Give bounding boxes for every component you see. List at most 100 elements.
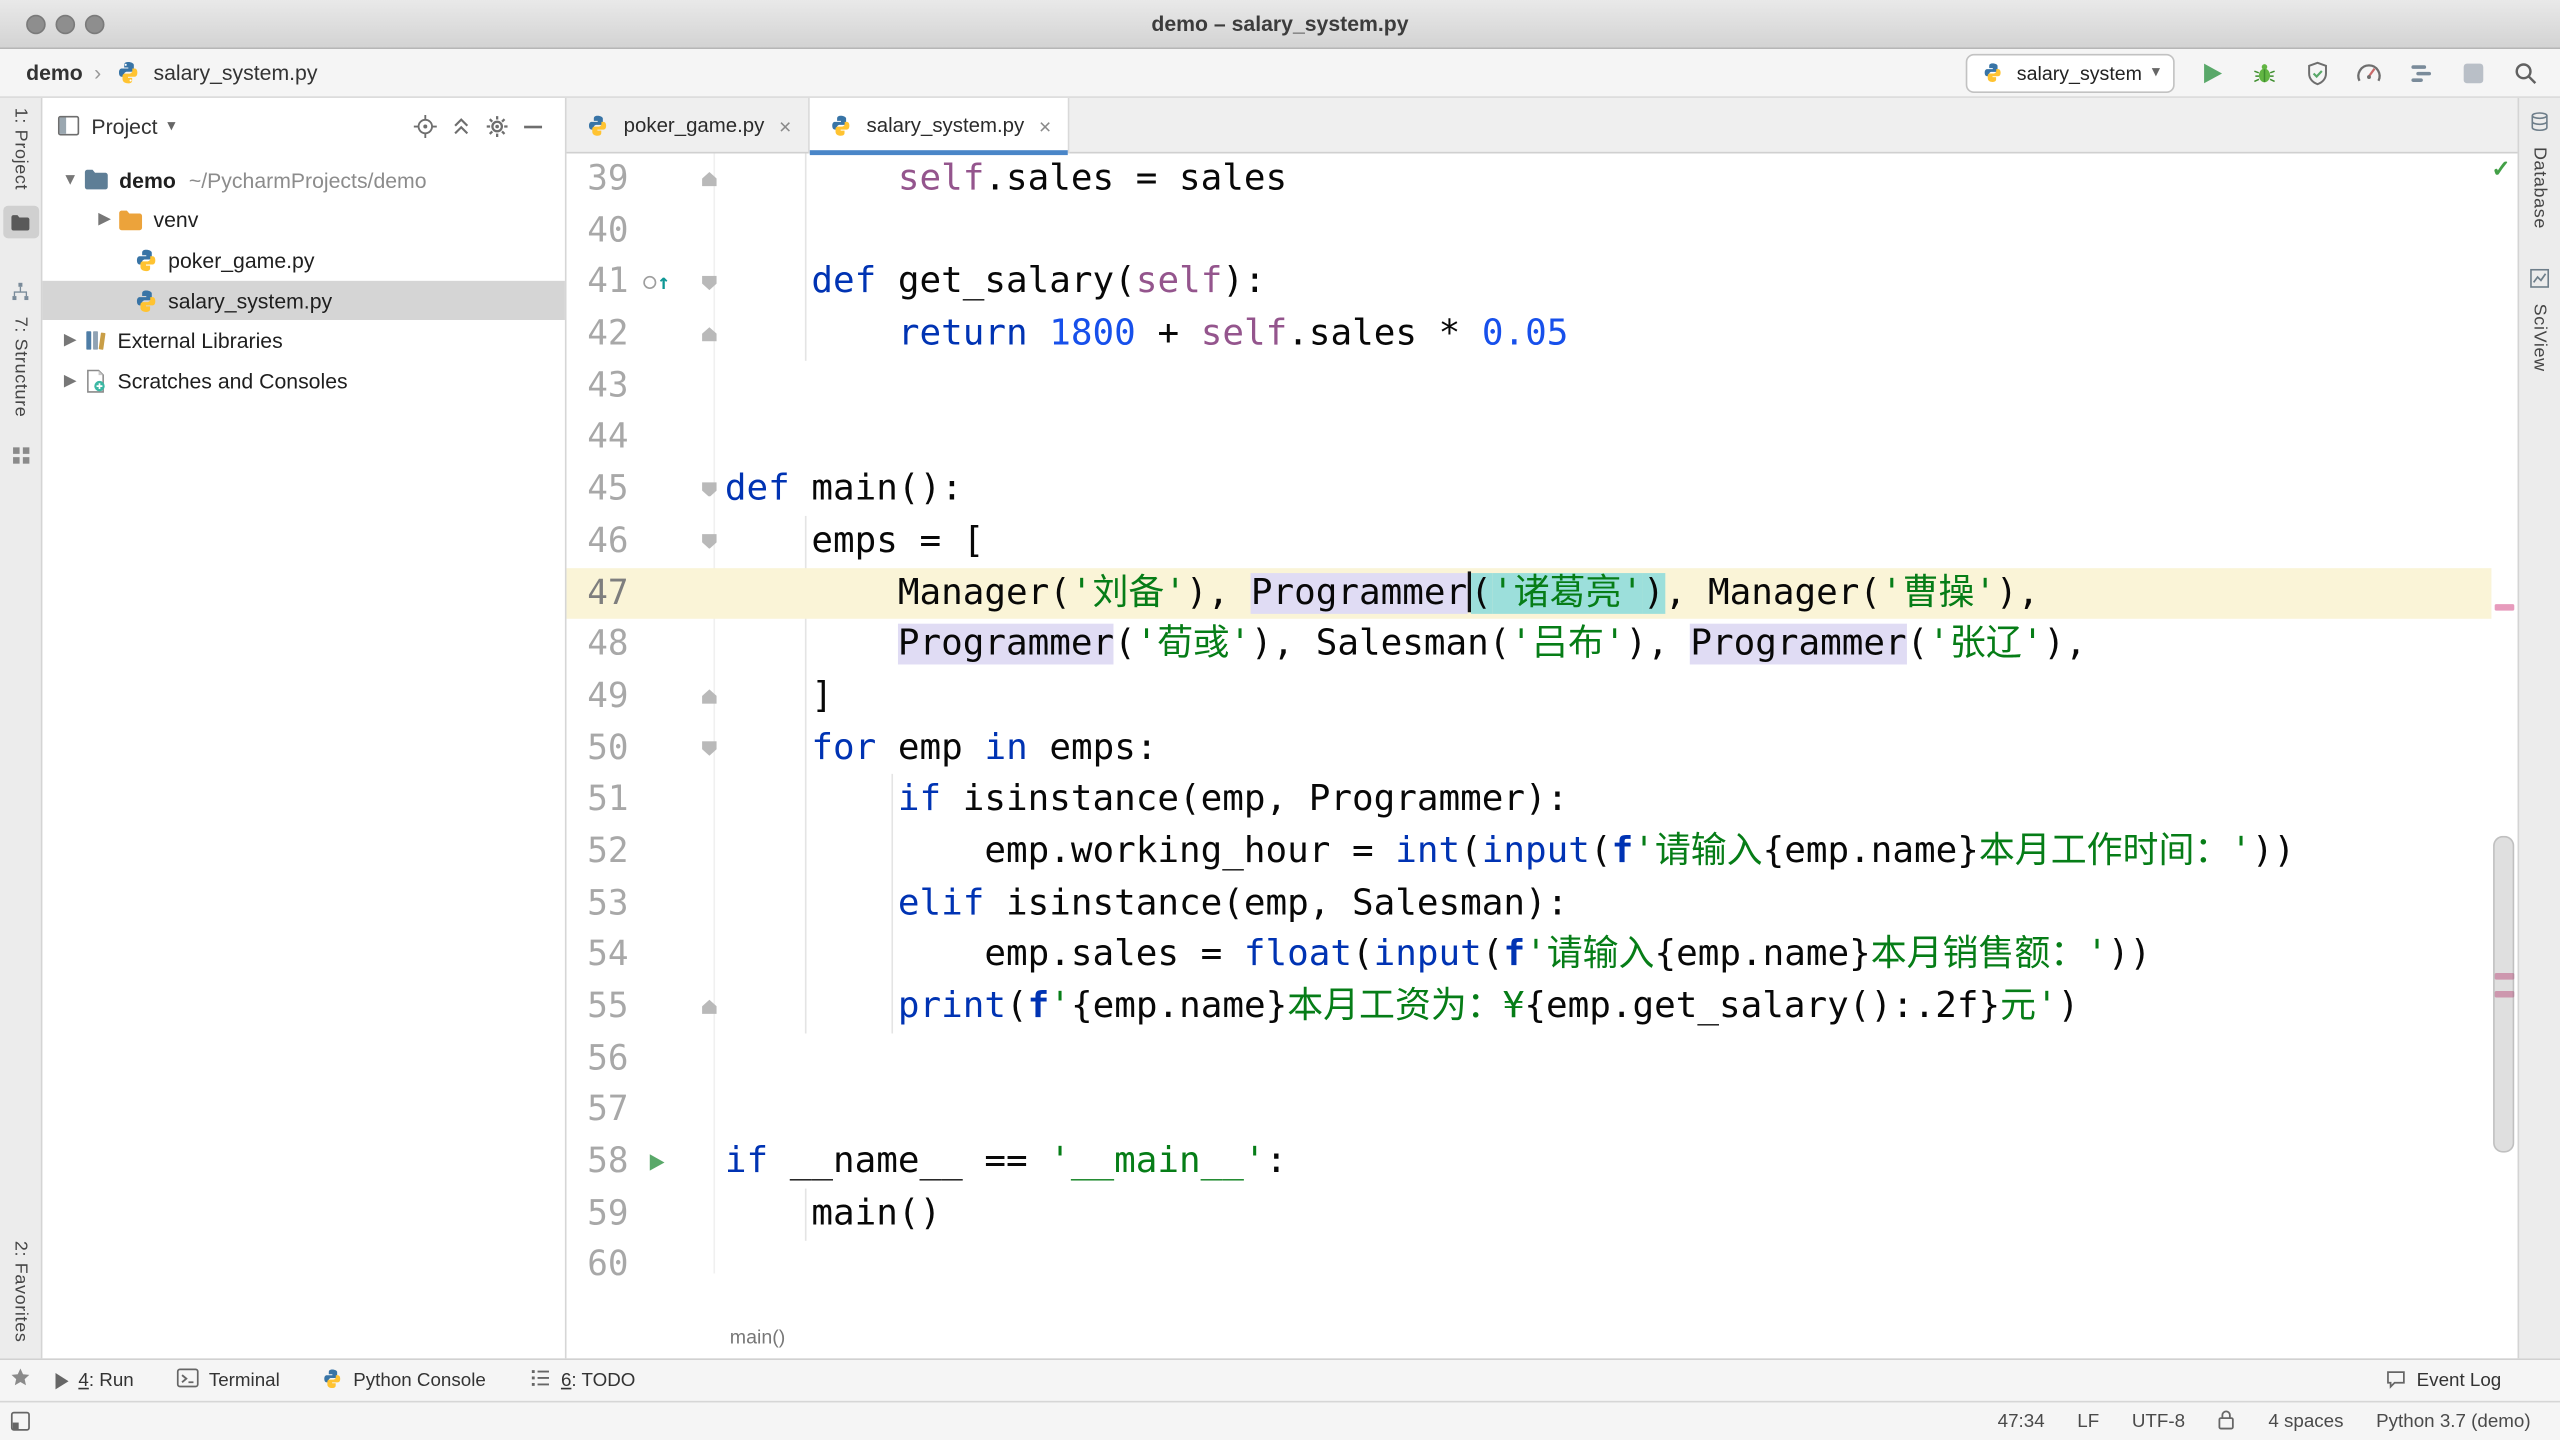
code-text[interactable] <box>720 1085 725 1137</box>
code-text[interactable]: Programmer('荀彧'), Salesman('吕布'), Progra… <box>720 619 2087 671</box>
tool-stripe-terminal-button[interactable]: Terminal <box>176 1367 280 1395</box>
encoding-widget[interactable]: UTF-8 <box>2132 1411 2185 1431</box>
fold-marker-icon[interactable] <box>702 689 717 705</box>
code-text[interactable]: emps = [ <box>720 516 984 568</box>
code-text[interactable]: def main(): <box>720 464 963 516</box>
close-icon[interactable]: × <box>779 115 791 136</box>
database-icon[interactable] <box>2529 111 2550 140</box>
line-number[interactable]: 52 <box>567 826 636 878</box>
line-number[interactable]: 45 <box>567 464 636 516</box>
code-line[interactable]: 45 def main(): <box>567 464 2492 516</box>
tool-stripe-database-button[interactable]: Database <box>2530 147 2550 229</box>
lock-icon[interactable] <box>2218 1408 2236 1434</box>
error-stripe-mark[interactable] <box>2494 604 2515 611</box>
editor-scrollbar[interactable] <box>2493 835 2515 1153</box>
chevron-right-icon[interactable]: ▶ <box>57 372 83 390</box>
interpreter-widget[interactable]: Python 3.7 (demo) <box>2376 1411 2530 1431</box>
project-tool-window-icon[interactable] <box>2 206 39 240</box>
locate-file-button[interactable] <box>411 113 437 139</box>
code-text[interactable]: for emp in emps: <box>720 723 1157 775</box>
code-text[interactable]: emp.sales = float(input(f'请输入{emp.name}本… <box>720 929 2151 981</box>
code-text[interactable] <box>720 1033 725 1085</box>
fold-marker-icon[interactable] <box>702 741 717 756</box>
line-number[interactable]: 59 <box>567 1188 636 1240</box>
code-lines[interactable]: 39 self.sales = sales 40 41 ↑ def get_salar… <box>566 153 2492 1292</box>
code-line[interactable]: 58 if __name__ == '__main__': <box>567 1136 2492 1188</box>
line-number[interactable]: 47 <box>567 567 636 619</box>
code-text[interactable]: self.sales = sales <box>720 153 1287 205</box>
tab-salary-system[interactable]: salary_system.py × <box>809 97 1070 156</box>
code-line[interactable]: 52 emp.working_hour = int(input(f'请输入{em… <box>567 826 2492 878</box>
code-line[interactable]: 48 Programmer('荀彧'), Salesman('吕布'), Pro… <box>567 619 2492 671</box>
caret-position-widget[interactable]: 47:34 <box>1998 1411 2045 1431</box>
chevron-right-icon[interactable]: ▶ <box>57 332 83 350</box>
code-line[interactable]: 56 <box>567 1033 2492 1085</box>
line-number[interactable]: 39 <box>567 153 636 205</box>
tool-stripe-structure-button[interactable]: 7: Structure <box>11 318 31 419</box>
line-number[interactable]: 56 <box>567 1033 636 1085</box>
code-line[interactable]: 51 if isinstance(emp, Programmer): <box>567 774 2492 826</box>
tab-poker-game[interactable]: poker_game.py × <box>567 97 810 154</box>
code-line[interactable]: 46 emps = [ <box>567 516 2492 568</box>
run-button[interactable] <box>2198 58 2227 87</box>
code-text[interactable]: def get_salary(self): <box>720 257 1265 309</box>
line-number[interactable]: 53 <box>567 878 636 930</box>
code-text[interactable]: if isinstance(emp, Programmer): <box>720 774 1568 826</box>
fold-marker-icon[interactable] <box>702 327 717 342</box>
code-line[interactable]: 41 ↑ def get_salary(self): <box>567 257 2492 309</box>
code-line[interactable]: 55 print(f'{emp.name}本月工资为：¥{emp.get_sal… <box>567 981 2492 1033</box>
code-line[interactable]: 50 for emp in emps: <box>567 723 2492 775</box>
code-line[interactable]: 59 main() <box>567 1188 2492 1240</box>
coverage-button[interactable] <box>2302 58 2331 87</box>
debug-button[interactable] <box>2250 58 2279 87</box>
breadcrumb-project[interactable]: demo <box>26 60 83 84</box>
tool-stripe-favorites-button[interactable]: 2: Favorites <box>11 1240 31 1342</box>
search-everywhere-button[interactable] <box>2511 58 2540 87</box>
run-configuration-select[interactable]: salary_system ▾ <box>1966 53 2175 93</box>
tool-stripe-python-console-button[interactable]: Python Console <box>322 1367 486 1393</box>
line-number[interactable]: 51 <box>567 774 636 826</box>
line-number[interactable]: 55 <box>567 981 636 1033</box>
structure-icon[interactable] <box>10 282 31 311</box>
line-number[interactable]: 57 <box>567 1085 636 1137</box>
indent-widget[interactable]: 4 spaces <box>2268 1411 2343 1431</box>
code-line[interactable]: 39 self.sales = sales <box>567 153 2492 205</box>
overriding-method-icon[interactable] <box>642 276 656 290</box>
event-log-button[interactable]: Event Log <box>2386 1360 2501 1401</box>
code-text[interactable] <box>720 412 725 464</box>
line-number[interactable]: 60 <box>567 1240 636 1292</box>
line-number[interactable]: 44 <box>567 412 636 464</box>
code-line[interactable]: 47 Manager('刘备'), Programmer ('诸葛亮'), Man… <box>566 567 2492 620</box>
line-number[interactable]: 46 <box>567 516 636 568</box>
tree-item-external-libraries[interactable]: ▶ External Libraries <box>42 321 564 361</box>
profiler-button[interactable] <box>2354 58 2383 87</box>
code-line[interactable]: 40 <box>567 205 2492 257</box>
fold-marker-icon[interactable] <box>702 999 717 1015</box>
code-line[interactable]: 57 <box>567 1085 2492 1137</box>
line-ending-widget[interactable]: LF <box>2077 1411 2099 1431</box>
line-number[interactable]: 40 <box>567 205 636 257</box>
tool-stripe-run-button[interactable]: 4: Run <box>55 1371 134 1390</box>
tree-item-salary-system[interactable]: salary_system.py <box>42 280 565 321</box>
tree-item-scratches[interactable]: ▶ Scratches and Consoles <box>42 361 564 401</box>
code-line[interactable]: 53 elif isinstance(emp, Salesman): <box>567 878 2492 930</box>
chevron-down-icon[interactable]: ▼ <box>57 171 83 189</box>
breadcrumb-element[interactable]: main() <box>730 1326 786 1349</box>
code-line[interactable]: 49 ] <box>567 671 2492 723</box>
hide-panel-button[interactable] <box>519 113 545 139</box>
concurrency-diagram-button[interactable] <box>2407 58 2436 87</box>
sciview-icon[interactable] <box>2529 268 2550 297</box>
code-text[interactable]: ] <box>720 671 833 723</box>
tool-stripe-todo-button[interactable]: 6: TODO <box>528 1367 635 1395</box>
code-text[interactable]: Manager('刘备'), Programmer ('诸葛亮'), Manage… <box>720 567 2039 619</box>
grid-icon[interactable] <box>11 444 31 473</box>
code-line[interactable]: 43 <box>567 360 2492 412</box>
fold-marker-icon[interactable] <box>702 171 717 187</box>
code-text[interactable]: if __name__ == '__main__': <box>720 1136 1287 1188</box>
toggle-tool-stripes-button[interactable] <box>10 1402 31 1440</box>
project-panel-title[interactable]: Project <box>91 113 157 137</box>
fold-marker-icon[interactable] <box>702 275 717 291</box>
settings-gear-icon[interactable] <box>483 113 509 139</box>
code-text[interactable]: elif isinstance(emp, Salesman): <box>720 878 1568 930</box>
code-line[interactable]: 54 emp.sales = float(input(f'请输入{emp.nam… <box>567 929 2492 981</box>
